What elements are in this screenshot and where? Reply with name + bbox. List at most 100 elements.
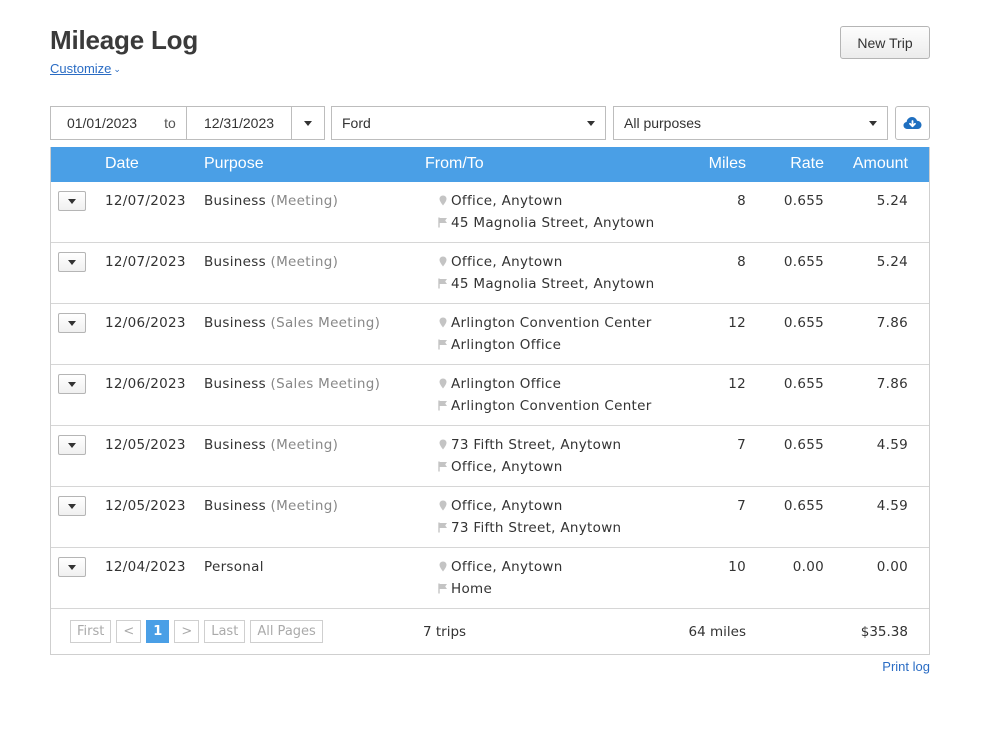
download-button[interactable] — [895, 106, 930, 140]
table-row: 12/07/2023 Business (Meeting) Office, An… — [51, 242, 929, 303]
customize-link[interactable]: Customize ⌄ — [50, 61, 121, 76]
trip-purpose: Business (Meeting) — [204, 437, 338, 453]
trip-purpose: Business (Sales Meeting) — [204, 376, 380, 392]
trip-from-text: Arlington Office — [451, 376, 562, 392]
trip-from-text: 73 Fifth Street, Anytown — [451, 437, 622, 453]
table-row: 12/06/2023 Business (Sales Meeting) Arli… — [51, 303, 929, 364]
pagination-next-button[interactable]: > — [174, 620, 200, 643]
caret-down-icon — [68, 442, 76, 448]
column-header-from-to[interactable]: From/To — [425, 155, 484, 173]
cloud-download-icon — [903, 117, 922, 129]
date-from-input[interactable]: 01/01/2023 — [50, 106, 154, 140]
trip-from: Office, Anytown — [438, 193, 563, 209]
trip-to-text: 45 Magnolia Street, Anytown — [451, 276, 655, 292]
flag-icon — [438, 217, 447, 228]
pagination-all-pages-button[interactable]: All Pages — [250, 620, 323, 643]
trip-purpose-detail: (Meeting) — [270, 498, 339, 514]
row-actions-button[interactable] — [58, 252, 86, 272]
row-actions-button[interactable] — [58, 557, 86, 577]
trip-to: Arlington Office — [438, 337, 561, 353]
trip-rate: 0.655 — [783, 193, 824, 209]
mileage-table: Date Purpose From/To Miles Rate Amount 1… — [50, 147, 930, 655]
trip-from: Office, Anytown — [438, 498, 563, 514]
pagination-last-button[interactable]: Last — [204, 620, 246, 643]
trip-from-text: Office, Anytown — [451, 193, 563, 209]
trip-to: 45 Magnolia Street, Anytown — [438, 276, 654, 292]
trip-miles: 12 — [728, 376, 746, 392]
flag-icon — [438, 461, 447, 472]
trip-purpose-type: Business — [204, 315, 266, 331]
trip-purpose-type: Business — [204, 437, 266, 453]
trip-to: 45 Magnolia Street, Anytown — [438, 215, 654, 231]
vehicle-select[interactable]: Ford — [331, 106, 606, 140]
trip-rate: 0.655 — [783, 437, 824, 453]
trip-purpose: Business (Meeting) — [204, 498, 338, 514]
flag-icon — [438, 583, 447, 594]
trip-purpose-type: Personal — [204, 559, 264, 575]
trip-purpose-type: Business — [204, 254, 266, 270]
flag-icon — [438, 522, 447, 533]
caret-down-icon — [68, 503, 76, 509]
trip-to-text: Office, Anytown — [451, 459, 563, 475]
pagination: First < 1 > Last All Pages — [70, 620, 323, 643]
trip-from: Office, Anytown — [438, 559, 563, 575]
column-header-amount[interactable]: Amount — [853, 155, 908, 173]
pagination-prev-button[interactable]: < — [116, 620, 142, 643]
trip-miles: 8 — [737, 193, 746, 209]
new-trip-button[interactable]: New Trip — [840, 26, 930, 59]
trip-from: Arlington Office — [438, 376, 561, 392]
caret-down-icon — [304, 120, 312, 126]
trip-from: 73 Fifth Street, Anytown — [438, 437, 621, 453]
trip-rate: 0.655 — [783, 315, 824, 331]
total-miles: 64 miles — [688, 624, 746, 640]
caret-down-icon — [68, 259, 76, 265]
trip-purpose: Business (Sales Meeting) — [204, 315, 380, 331]
flag-icon — [438, 339, 447, 350]
date-range-dropdown-button[interactable] — [291, 106, 325, 140]
caret-down-icon — [68, 381, 76, 387]
column-header-miles[interactable]: Miles — [709, 155, 746, 173]
vehicle-select-value: Ford — [342, 115, 371, 131]
row-actions-button[interactable] — [58, 313, 86, 333]
trip-from-text: Office, Anytown — [451, 498, 563, 514]
trip-amount: 0.00 — [876, 559, 908, 575]
trip-purpose-type: Business — [204, 376, 266, 392]
row-actions-button[interactable] — [58, 435, 86, 455]
trip-date: 12/04/2023 — [105, 559, 186, 575]
trip-purpose: Business (Meeting) — [204, 193, 338, 209]
pagination-current-page[interactable]: 1 — [146, 620, 170, 643]
trip-amount: 5.24 — [876, 254, 908, 270]
table-row: 12/07/2023 Business (Meeting) Office, An… — [51, 182, 929, 242]
table-row: 12/06/2023 Business (Sales Meeting) Arli… — [51, 364, 929, 425]
caret-down-icon — [68, 320, 76, 326]
trip-purpose: Personal — [204, 559, 264, 575]
trip-to-text: Home — [451, 581, 493, 597]
caret-down-icon — [587, 121, 595, 126]
column-header-purpose[interactable]: Purpose — [204, 155, 264, 173]
map-pin-icon — [439, 378, 447, 389]
row-actions-button[interactable] — [58, 496, 86, 516]
trip-purpose-type: Business — [204, 193, 266, 209]
map-pin-icon — [439, 317, 447, 328]
table-row: 12/05/2023 Business (Meeting) 73 Fifth S… — [51, 425, 929, 486]
total-trips: 7 trips — [423, 624, 467, 640]
purpose-select-value: All purposes — [624, 115, 702, 131]
column-header-rate[interactable]: Rate — [790, 155, 824, 173]
trip-purpose-detail: (Sales Meeting) — [270, 376, 381, 392]
purpose-select[interactable]: All purposes — [613, 106, 888, 140]
trip-to-text: 45 Magnolia Street, Anytown — [451, 215, 655, 231]
table-header: Date Purpose From/To Miles Rate Amount — [51, 147, 929, 182]
trip-miles: 7 — [737, 498, 746, 514]
column-header-date[interactable]: Date — [105, 155, 139, 173]
print-log-link[interactable]: Print log — [882, 659, 930, 674]
pagination-first-button[interactable]: First — [70, 620, 112, 643]
trip-to: Arlington Convention Center — [438, 398, 652, 414]
trip-to-text: 73 Fifth Street, Anytown — [451, 520, 622, 536]
row-actions-button[interactable] — [58, 191, 86, 211]
trip-amount: 5.24 — [876, 193, 908, 209]
total-amount: $35.38 — [860, 624, 908, 640]
trip-amount: 4.59 — [876, 498, 908, 514]
row-actions-button[interactable] — [58, 374, 86, 394]
map-pin-icon — [439, 439, 447, 450]
date-to-input[interactable]: 12/31/2023 — [186, 106, 292, 140]
